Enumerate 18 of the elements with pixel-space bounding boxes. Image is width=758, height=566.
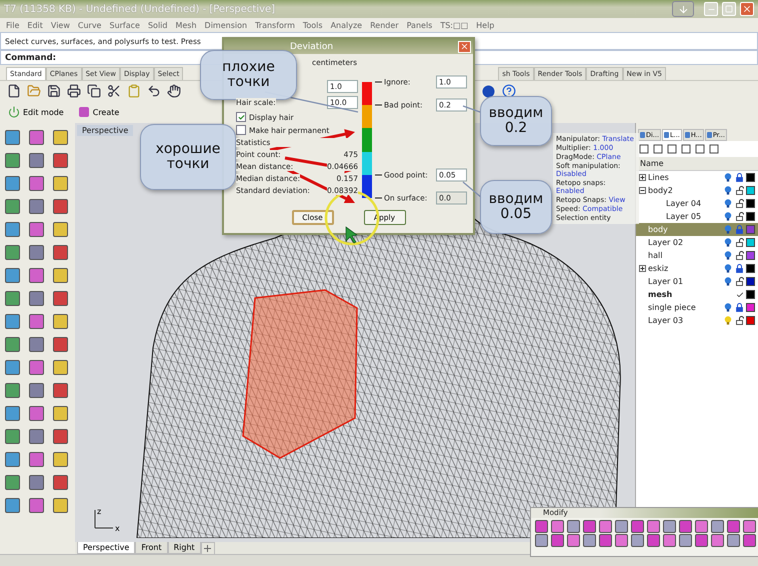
layer-name: Lines [648, 173, 670, 182]
layer-name: Layer 04 [665, 199, 702, 208]
layer-name: body2 [648, 186, 674, 195]
callout-text: вводим 0.2 [488, 106, 544, 136]
layer-name: mesh [648, 290, 674, 299]
layer-name: Layer 05 [665, 212, 702, 221]
callout-text: вводим 0.05 [488, 192, 544, 222]
layer-name: hall [648, 251, 664, 260]
layer-name: eskiz [648, 264, 670, 273]
callout-text: плохие точки [222, 60, 275, 90]
layer-name: Layer 01 [648, 277, 684, 286]
layer-name: Layer 03 [648, 316, 684, 325]
dialog-title: Deviation [290, 42, 334, 52]
layer-name: Layer 02 [648, 238, 684, 247]
callout-text: хорошие точки [156, 142, 220, 172]
layer-name: body [648, 225, 669, 234]
layer-name: single piece [648, 303, 697, 312]
window-title: T7 (11358 KB) - Undefined (Undefined) - [Perspective] [4, 4, 276, 14]
